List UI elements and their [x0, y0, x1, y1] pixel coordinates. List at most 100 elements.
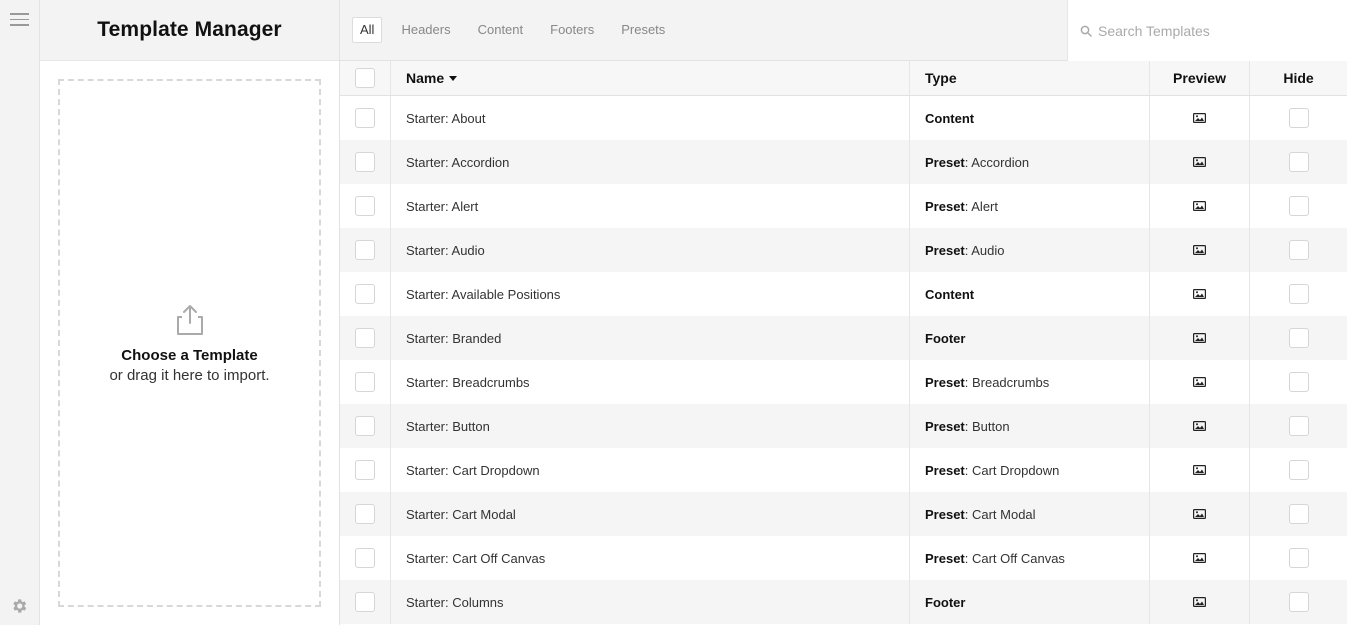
hide-cell [1250, 272, 1347, 316]
table-row[interactable]: Starter: Accordion Preset: Accordion [340, 140, 1347, 184]
column-header-type: Type [910, 61, 1150, 95]
hide-checkbox[interactable] [1288, 328, 1309, 348]
row-select-checkbox[interactable] [355, 592, 375, 612]
image-icon[interactable] [1193, 157, 1206, 167]
hide-checkbox[interactable] [1288, 152, 1309, 172]
template-name: Starter: Branded [406, 330, 502, 346]
filter-tabs: All Headers Content Footers Presets [352, 17, 684, 43]
row-select-checkbox[interactable] [355, 460, 375, 480]
row-select-checkbox[interactable] [355, 504, 375, 524]
row-select-checkbox[interactable] [355, 284, 375, 304]
hide-checkbox[interactable] [1288, 416, 1309, 436]
template-name: Starter: Cart Dropdown [406, 462, 540, 478]
image-icon[interactable] [1193, 553, 1206, 563]
template-type-cell: Content [910, 272, 1150, 316]
image-icon[interactable] [1193, 245, 1206, 255]
row-select-cell [340, 316, 391, 360]
hide-checkbox[interactable] [1288, 196, 1309, 216]
template-name-cell: Starter: Button [391, 404, 910, 448]
hide-cell [1250, 404, 1347, 448]
tab-all[interactable]: All [352, 17, 383, 43]
image-icon[interactable] [1193, 465, 1206, 475]
preview-cell [1150, 316, 1250, 360]
template-type: Content [925, 110, 975, 126]
hide-cell [1250, 360, 1347, 404]
tab-content[interactable]: Content [470, 17, 532, 43]
hide-checkbox[interactable] [1288, 460, 1309, 480]
image-icon[interactable] [1193, 509, 1206, 519]
template-type-cell: Preset: Cart Dropdown [910, 448, 1150, 492]
hide-cell [1250, 492, 1347, 536]
table-row[interactable]: Starter: Cart Dropdown Preset: Cart Dropd… [340, 448, 1347, 492]
template-name-cell: Starter: Available Positions [391, 272, 910, 316]
row-select-checkbox[interactable] [355, 372, 375, 392]
hide-checkbox[interactable] [1288, 108, 1309, 128]
hide-checkbox[interactable] [1288, 240, 1309, 260]
template-dropzone[interactable]: Choose a Template or drag it here to imp… [58, 79, 321, 607]
row-select-cell [340, 404, 391, 448]
template-type-cell: Footer [910, 316, 1150, 360]
row-select-checkbox[interactable] [355, 240, 375, 260]
search-input[interactable] [1098, 22, 1338, 39]
table-row[interactable]: Starter: Button Preset: Button [340, 404, 1347, 448]
hide-cell [1250, 96, 1347, 140]
tab-footers[interactable]: Footers [542, 17, 602, 43]
side-rail [0, 0, 40, 625]
table-row[interactable]: Starter: Cart Modal Preset: Cart Modal [340, 492, 1347, 536]
image-icon[interactable] [1193, 113, 1206, 123]
hamburger-icon[interactable] [10, 13, 29, 26]
table-row[interactable]: Starter: Available Positions Content [340, 272, 1347, 316]
table-row[interactable]: Starter: Cart Off Canvas Preset: Cart Off… [340, 536, 1347, 580]
table-row[interactable]: Starter: Alert Preset: Alert [340, 184, 1347, 228]
table-row[interactable]: Starter: Columns Footer [340, 580, 1347, 624]
template-type: Preset [925, 550, 965, 566]
row-select-checkbox[interactable] [355, 108, 375, 128]
template-type-detail: : Audio [964, 242, 1005, 258]
image-icon[interactable] [1193, 333, 1206, 343]
image-icon[interactable] [1193, 597, 1206, 607]
image-icon[interactable] [1193, 377, 1206, 387]
preview-cell [1150, 140, 1250, 184]
template-name: Starter: Button [406, 418, 490, 434]
row-select-checkbox[interactable] [355, 416, 375, 436]
table-row[interactable]: Starter: About Content [340, 96, 1347, 140]
hide-checkbox[interactable] [1288, 284, 1309, 304]
template-name-cell: Starter: Cart Dropdown [391, 448, 910, 492]
hide-checkbox[interactable] [1288, 548, 1309, 568]
tab-presets[interactable]: Presets [613, 17, 673, 43]
row-select-checkbox[interactable] [355, 328, 375, 348]
table-row[interactable]: Starter: Breadcrumbs Preset: Breadcrumbs [340, 360, 1347, 404]
dropzone-title: Choose a Template [121, 346, 258, 364]
row-select-checkbox[interactable] [355, 196, 375, 216]
dropzone-subtitle: or drag it here to import. [109, 366, 270, 384]
tab-headers[interactable]: Headers [393, 17, 458, 43]
hide-checkbox[interactable] [1288, 504, 1309, 524]
image-icon[interactable] [1193, 201, 1206, 211]
template-type-detail: : Cart Off Canvas [964, 550, 1065, 566]
template-type-cell: Preset: Audio [910, 228, 1150, 272]
preview-cell [1150, 228, 1250, 272]
template-type-cell: Preset: Breadcrumbs [910, 360, 1150, 404]
column-type-label: Type [925, 70, 957, 86]
image-icon[interactable] [1193, 421, 1206, 431]
hide-checkbox[interactable] [1288, 592, 1309, 612]
row-select-cell [340, 96, 391, 140]
upload-icon [176, 304, 203, 335]
hide-checkbox[interactable] [1288, 372, 1309, 392]
image-icon[interactable] [1193, 289, 1206, 299]
table-row[interactable]: Starter: Audio Preset: Audio [340, 228, 1347, 272]
table-row[interactable]: Starter: Branded Footer [340, 316, 1347, 360]
template-name-cell: Starter: Branded [391, 316, 910, 360]
template-type: Preset [925, 462, 965, 478]
row-select-checkbox[interactable] [355, 548, 375, 568]
gear-icon[interactable] [10, 597, 28, 615]
main-content: All Headers Content Footers Presets Name Typ… [340, 0, 1347, 625]
column-header-name[interactable]: Name [391, 61, 910, 95]
preview-cell [1150, 580, 1250, 624]
template-name: Starter: Cart Modal [406, 506, 516, 522]
row-select-cell [340, 360, 391, 404]
row-select-checkbox[interactable] [355, 152, 375, 172]
template-type: Preset [925, 506, 965, 522]
select-all-checkbox[interactable] [355, 68, 375, 88]
row-select-cell [340, 448, 391, 492]
